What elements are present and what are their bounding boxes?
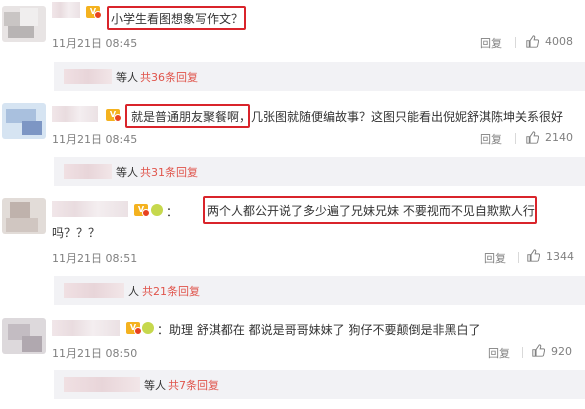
replier-names-redacted xyxy=(64,164,112,179)
reply-button[interactable]: 回复 xyxy=(484,250,506,266)
username-redacted[interactable] xyxy=(52,2,80,18)
username-redacted[interactable] xyxy=(52,320,120,336)
reply-button[interactable]: 回复 xyxy=(488,345,510,361)
green-badge-icon xyxy=(151,204,163,216)
like-count: 1344 xyxy=(546,250,574,263)
reply-button[interactable]: 回复 xyxy=(480,131,502,147)
divider xyxy=(518,252,519,263)
comment-3: V ： 两个人都公开说了多少遍了兄妹兄妹 不要视而不见自欺欺人行 吗？？？ 11… xyxy=(0,192,585,308)
comment-1: V 小学生看图想象写作文？ 11月21日 08:45 回复 4008 等人 共3… xyxy=(0,0,585,95)
reply-count-link[interactable]: 共21条回复 xyxy=(142,283,200,299)
comment-time: 11月21日 08:45 xyxy=(52,133,138,146)
comment-text: ：助理 舒淇都在 都说是哥哥妹妹了 狗仔不要颠倒是非黑白了 xyxy=(157,323,481,337)
comment-prefix: ： xyxy=(166,205,179,219)
comment-time: 11月21日 08:50 xyxy=(52,347,138,360)
comment-text: 就是普通朋友聚餐啊，几张图就随便编故事？这图只能看出倪妮舒淇陈坤关系很好 xyxy=(131,108,563,125)
thumbs-up-icon[interactable] xyxy=(527,249,540,262)
comment-4: V ：助理 舒淇都在 都说是哥哥妹妹了 狗仔不要颠倒是非黑白了 11月21日 0… xyxy=(0,308,585,409)
like-count: 4008 xyxy=(545,35,573,48)
like-count: 920 xyxy=(551,345,572,358)
like-count: 2140 xyxy=(545,131,573,144)
avatar[interactable] xyxy=(2,6,46,42)
comment-2: V 就是普通朋友聚餐啊，几张图就随便编故事？这图只能看出倪妮舒淇陈坤关系很好 1… xyxy=(0,95,585,192)
reply-thread[interactable]: 人 共21条回复 xyxy=(54,276,585,305)
username-redacted[interactable] xyxy=(52,201,128,217)
thumbs-up-icon[interactable] xyxy=(532,344,545,357)
reply-thread[interactable]: 等人 共31条回复 xyxy=(54,157,585,186)
highlighted-text: 两个人都公开说了多少遍了兄妹兄妹 不要视而不见自欺欺人行 xyxy=(207,204,535,218)
comment-text-rest: ，几张图就随便编故事？这图只能看出倪妮舒淇陈坤关系很好 xyxy=(239,110,564,124)
reply-button[interactable]: 回复 xyxy=(480,35,502,51)
comment-time: 11月21日 08:45 xyxy=(52,37,138,50)
username-redacted[interactable] xyxy=(52,106,98,122)
thumbs-up-icon[interactable] xyxy=(526,131,539,144)
divider xyxy=(522,347,523,358)
thumbs-up-icon[interactable] xyxy=(526,35,539,48)
thread-prefix: 等人 xyxy=(116,71,138,84)
reply-count-link[interactable]: 共31条回复 xyxy=(140,164,198,180)
vip-badge-icon: V xyxy=(134,204,150,217)
reply-count-link[interactable]: 共7条回复 xyxy=(168,377,219,393)
avatar[interactable] xyxy=(2,198,46,234)
comment-text: 小学生看图想象写作文？ xyxy=(111,12,244,26)
avatar[interactable] xyxy=(2,318,46,354)
avatar[interactable] xyxy=(2,103,46,139)
divider xyxy=(515,133,516,144)
highlighted-text: 就是普通朋友聚餐啊 xyxy=(131,110,240,124)
comment-text-line2: 吗？？？ xyxy=(52,226,101,240)
reply-thread[interactable]: 等人 共7条回复 xyxy=(54,370,585,399)
green-badge-icon xyxy=(142,322,154,334)
thread-prefix: 等人 xyxy=(144,379,166,392)
thread-prefix: 人 xyxy=(128,285,139,298)
divider xyxy=(515,37,516,48)
vip-badge-icon: V xyxy=(126,322,142,335)
comment-time: 11月21日 08:51 xyxy=(52,252,138,265)
replier-names-redacted xyxy=(64,377,140,392)
replier-names-redacted xyxy=(64,283,124,298)
replier-names-redacted xyxy=(64,69,112,84)
reply-count-link[interactable]: 共36条回复 xyxy=(140,69,198,85)
reply-thread[interactable]: 等人 共36条回复 xyxy=(54,62,585,91)
vip-badge-icon: V xyxy=(106,109,122,122)
thread-prefix: 等人 xyxy=(116,166,138,179)
vip-badge-icon: V xyxy=(86,6,102,19)
